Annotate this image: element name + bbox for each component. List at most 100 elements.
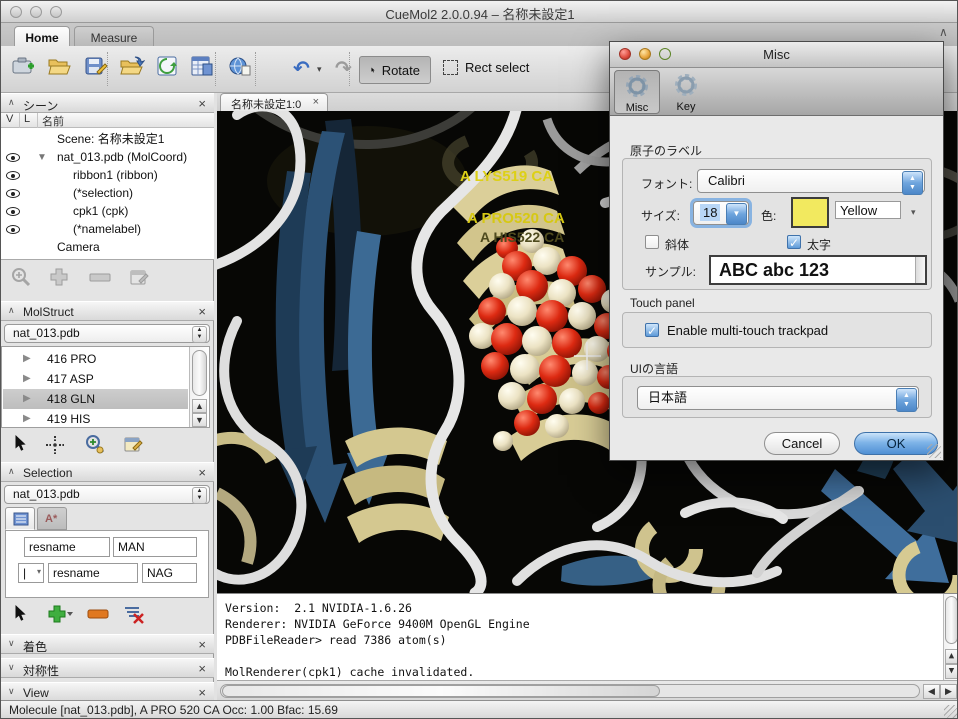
visibility-eye-icon[interactable] <box>6 168 21 183</box>
color-name-field[interactable] <box>835 201 901 219</box>
remove-renderer-icon[interactable] <box>89 272 111 282</box>
scrollbar-thumb[interactable] <box>945 596 958 644</box>
add-renderer-icon[interactable] <box>49 267 69 287</box>
disclosure-icon[interactable]: ▶ <box>23 349 31 369</box>
zoom-in-icon[interactable] <box>11 267 31 287</box>
disclosure-icon[interactable]: ▼ <box>37 149 47 167</box>
selection-molecule-select[interactable]: nat_013.pdb ▲▼ <box>4 485 210 504</box>
collapse-icon[interactable]: ∧ <box>8 305 15 316</box>
expand-icon[interactable]: ∨ <box>8 662 15 673</box>
disclosure-icon[interactable]: ▶ <box>23 389 31 409</box>
new-scene-button[interactable] <box>11 54 41 84</box>
rule2-key-field[interactable] <box>48 563 138 583</box>
scrollbar-thumb[interactable] <box>192 350 207 396</box>
size-select[interactable]: 18 ▼ <box>693 201 749 225</box>
visibility-eye-icon[interactable] <box>6 222 21 237</box>
zoom-to-icon[interactable] <box>85 434 105 454</box>
undo-dropdown-icon[interactable]: ▾ <box>317 64 322 75</box>
scrollbar-thumb[interactable] <box>222 685 660 697</box>
cancel-button[interactable]: Cancel <box>764 432 840 455</box>
console-horizontal-scrollbar[interactable]: ◀ ▶ <box>217 680 958 700</box>
reload-view-button[interactable] <box>155 54 185 84</box>
ribbon-collapse-icon[interactable]: ∧ <box>939 25 948 39</box>
scene-view-tab[interactable]: 名称未設定1:0 × <box>220 93 328 111</box>
tree-row-ribbon1[interactable]: ribbon1 (ribbon) <box>1 166 214 184</box>
close-icon[interactable]: × <box>198 96 206 111</box>
tree-row-molcoord[interactable]: ▼nat_013.pdb (MolCoord) <box>1 148 214 166</box>
tree-row-selection[interactable]: (*selection) <box>1 184 214 202</box>
resize-grip[interactable] <box>944 705 958 719</box>
scroll-down-icon[interactable]: ▼ <box>945 664 958 679</box>
view-panel-header[interactable]: ∨ View × <box>1 682 214 702</box>
close-icon[interactable]: × <box>198 637 206 652</box>
scroll-right-icon[interactable]: ▶ <box>940 684 957 699</box>
dialog-resize-grip[interactable] <box>927 444 941 458</box>
selection-list-tab[interactable] <box>5 507 35 530</box>
scrollbar-track[interactable] <box>220 684 920 698</box>
selection-expression-tab[interactable]: A* <box>37 507 67 530</box>
remove-rule-icon[interactable] <box>87 609 109 619</box>
tab-measure[interactable]: Measure <box>74 26 154 46</box>
color-swatch[interactable] <box>791 197 829 228</box>
disclosure-icon[interactable]: ▶ <box>23 409 31 428</box>
save-scene-button[interactable] <box>83 54 113 84</box>
scroll-up-icon[interactable]: ▲ <box>192 399 207 413</box>
open-file-button[interactable] <box>119 54 149 84</box>
scroll-up-icon[interactable]: ▲ <box>945 649 958 664</box>
residue-row-selected[interactable]: ▶418 GLN <box>3 389 188 409</box>
tree-row-camera[interactable]: Camera <box>1 238 214 256</box>
select-cursor-icon[interactable] <box>11 604 29 624</box>
color-dropdown-icon[interactable]: ▾ <box>911 207 916 218</box>
molstruct-scrollbar[interactable]: ▲ ▼ <box>189 347 209 428</box>
rule2-op-select[interactable]: |▾ <box>18 563 44 583</box>
ok-button[interactable]: OK <box>854 432 938 455</box>
disclosure-icon[interactable]: ▶ <box>23 369 31 389</box>
log-console[interactable]: Version: 2.1 NVIDIA-1.6.26 Renderer: NVI… <box>217 593 958 680</box>
collapse-icon[interactable]: ∧ <box>8 466 15 477</box>
residue-row[interactable]: ▶416 PRO <box>3 349 188 369</box>
close-icon[interactable]: × <box>198 661 206 676</box>
scroll-left-icon[interactable]: ◀ <box>923 684 940 699</box>
rotate-tool-button[interactable]: Rotate <box>359 56 431 84</box>
collapse-icon[interactable]: ∧ <box>8 97 15 108</box>
clear-selection-icon[interactable] <box>123 604 145 624</box>
rule1-value-field[interactable] <box>113 537 197 557</box>
visibility-eye-icon[interactable] <box>6 186 21 201</box>
add-rule-icon[interactable] <box>47 604 73 624</box>
window-titlebar[interactable]: CueMol2 2.0.0.94 – 名称未設定1 <box>1 1 958 23</box>
font-select[interactable]: Calibri ▲▼ <box>697 169 925 193</box>
close-icon[interactable]: × <box>198 685 206 700</box>
expand-icon[interactable]: ∨ <box>8 686 15 697</box>
close-tab-icon[interactable]: × <box>313 96 319 108</box>
visibility-eye-icon[interactable] <box>6 204 21 219</box>
close-icon[interactable]: × <box>198 304 206 319</box>
selection-panel-header[interactable]: ∧ Selection × <box>1 462 214 482</box>
coloring-panel-header[interactable]: ∨ 着色 × <box>1 634 214 654</box>
bold-checkbox[interactable]: ✓ <box>787 235 801 249</box>
scene-panel-header[interactable]: ∧ シーン × <box>1 93 214 113</box>
multitouch-checkbox[interactable]: ✓ <box>645 323 659 337</box>
residue-row[interactable]: ▶419 HIS <box>3 409 188 428</box>
dialog-titlebar[interactable]: Misc <box>610 42 943 68</box>
visibility-eye-icon[interactable] <box>6 150 21 165</box>
scroll-down-icon[interactable]: ▼ <box>192 413 207 427</box>
ui-language-select[interactable]: 日本語 ▲▼ <box>637 386 919 410</box>
open-scene-button[interactable] <box>47 54 77 84</box>
rect-select-button[interactable]: Rect select <box>443 60 529 75</box>
residue-row[interactable]: ▶417 ASP <box>3 369 188 389</box>
select-cursor-icon[interactable] <box>11 434 29 454</box>
network-open-button[interactable] <box>227 54 257 84</box>
molstruct-panel-header[interactable]: ∧ MolStruct × <box>1 301 214 321</box>
properties-icon[interactable] <box>123 434 143 454</box>
misc-section-button[interactable]: Misc <box>614 70 660 114</box>
italic-checkbox[interactable] <box>645 235 659 249</box>
tree-row-cpk1[interactable]: cpk1 (cpk) <box>1 202 214 220</box>
rule1-key-field[interactable] <box>24 537 110 557</box>
misc-dialog[interactable]: Misc Misc Key 原子のラベル フォント: Calibri ▲▼ サイ… <box>609 41 944 461</box>
key-section-button[interactable]: Key <box>663 70 709 114</box>
console-scrollbar[interactable]: ▲ ▼ <box>943 594 958 681</box>
undo-icon[interactable]: ↶ <box>293 56 310 81</box>
expand-icon[interactable]: ∨ <box>8 638 15 649</box>
rule2-value-field[interactable] <box>142 563 197 583</box>
symmetry-panel-header[interactable]: ∨ 対称性 × <box>1 658 214 678</box>
